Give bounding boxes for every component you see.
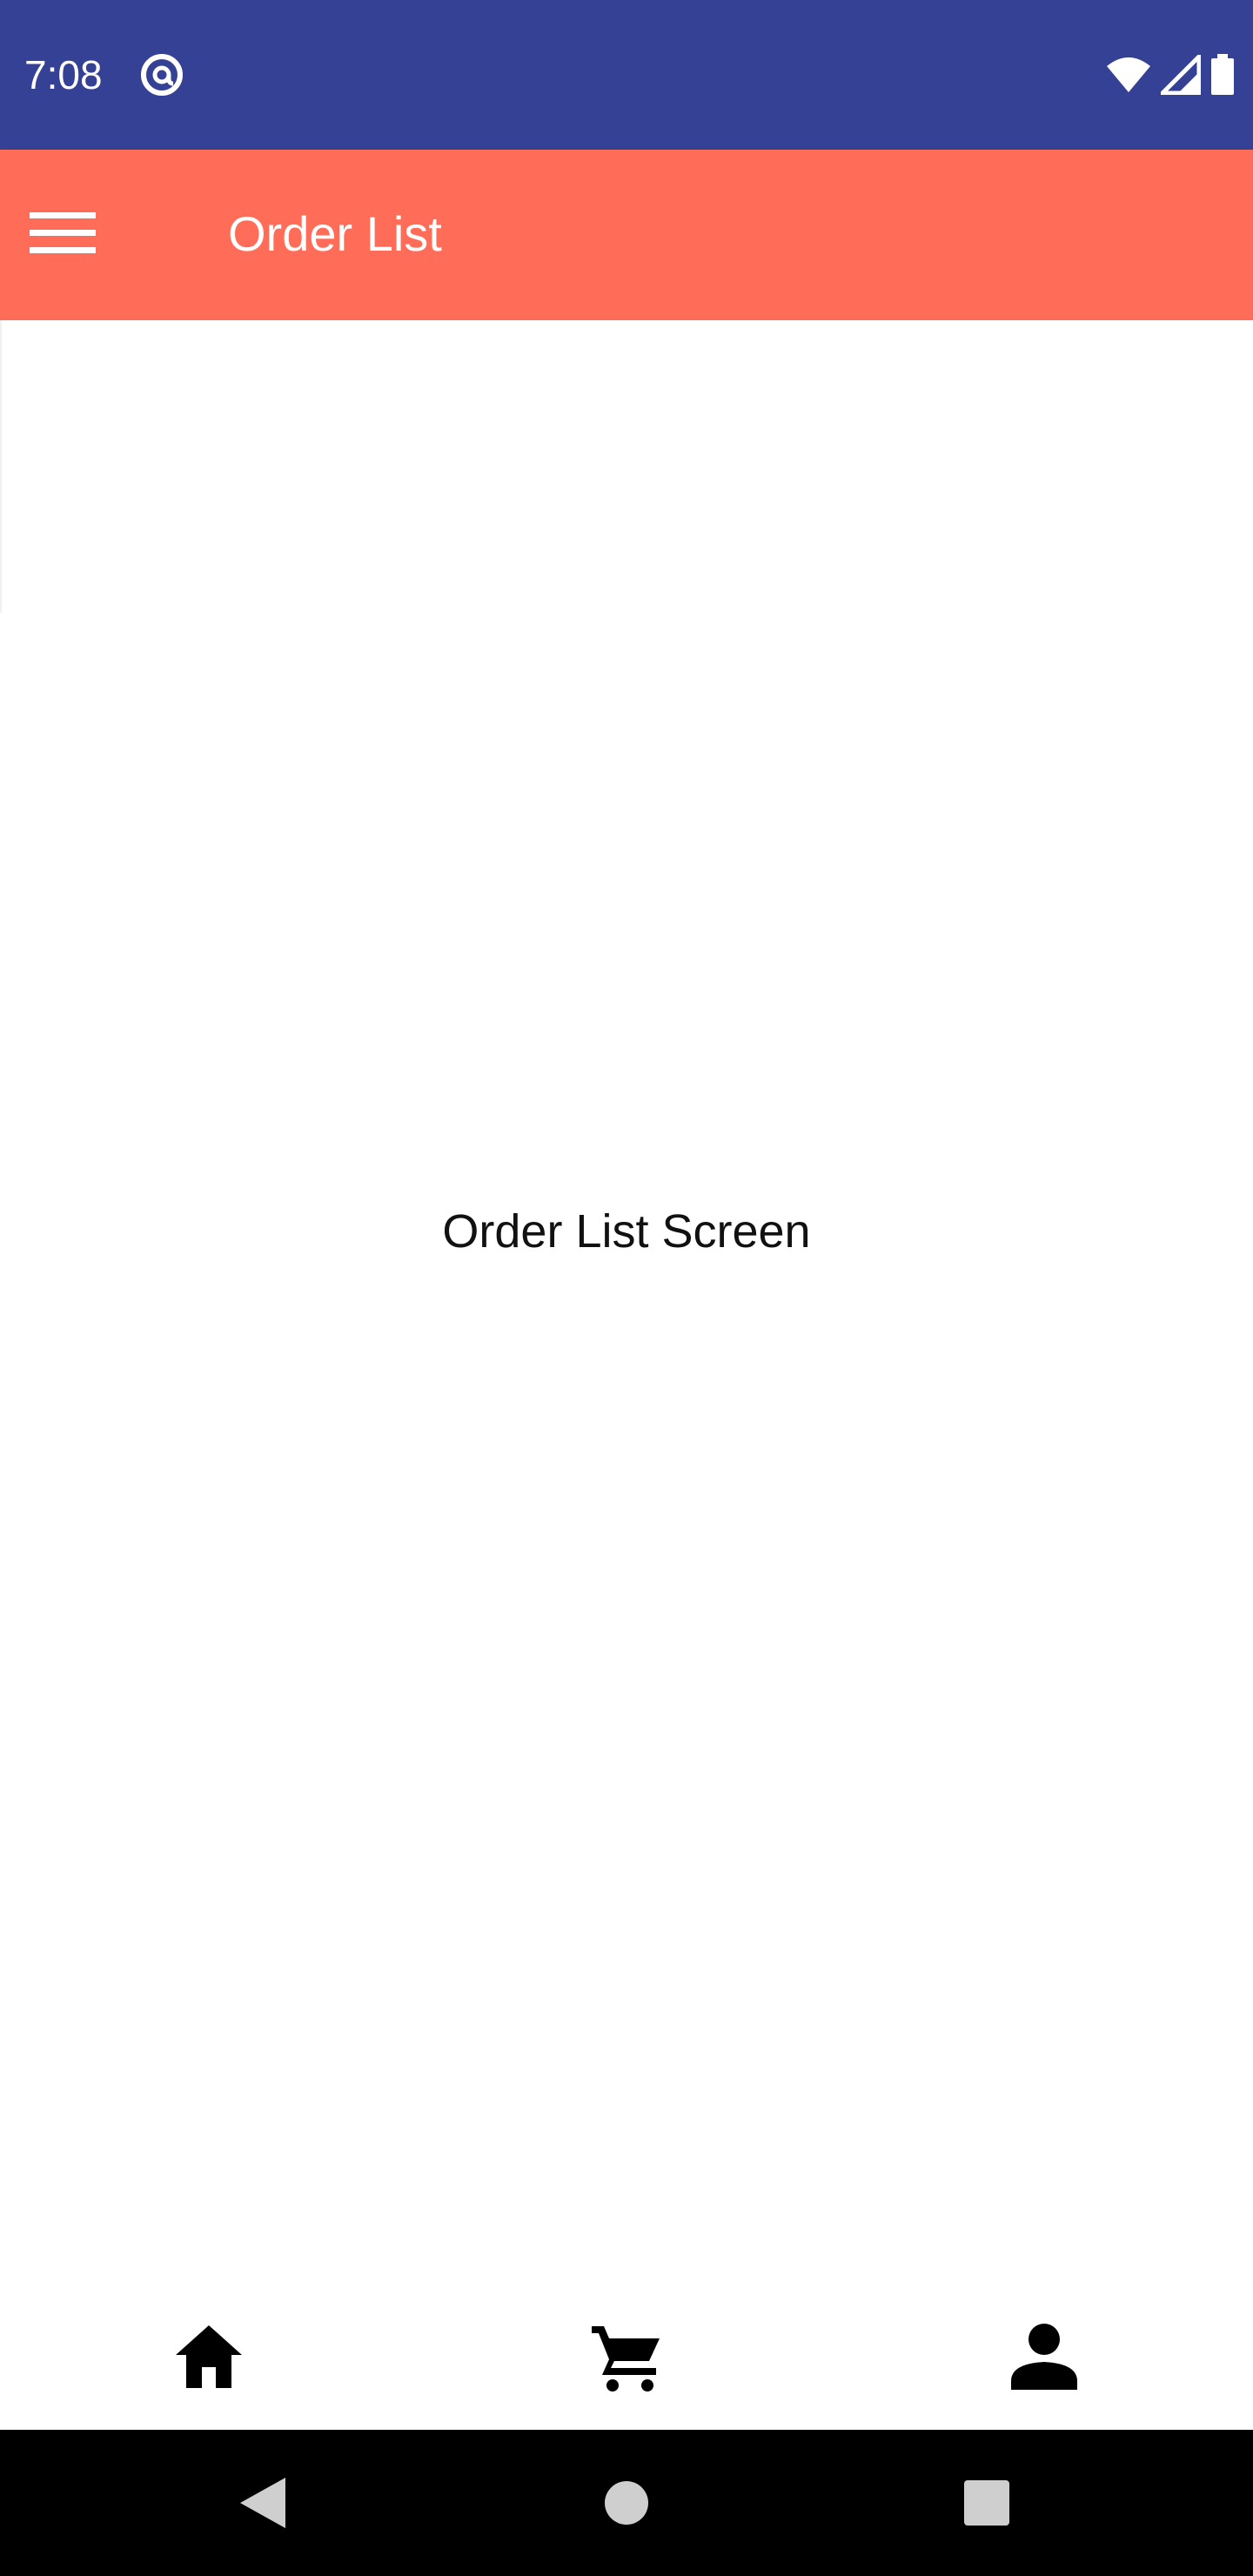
hamburger-menu-icon[interactable] [21, 191, 104, 275]
status-bar: 7:08 [0, 0, 1253, 150]
home-circle-icon[interactable] [592, 2468, 661, 2538]
shopping-cart-icon[interactable] [574, 2313, 679, 2400]
screen-label: Order List Screen [442, 1205, 811, 1258]
home-icon[interactable] [157, 2313, 261, 2400]
status-time: 7:08 [24, 52, 103, 97]
page-title: Order List [228, 206, 442, 261]
bottom-navigation [0, 2287, 1253, 2430]
content-edge-divider [0, 320, 2, 613]
person-icon[interactable] [992, 2313, 1096, 2400]
app-screen: 7:08 Order List Order List Screen [0, 0, 1253, 2576]
at-sign-notification-icon [139, 52, 184, 97]
wifi-icon [1107, 57, 1150, 92]
recents-square-icon[interactable] [952, 2468, 1022, 2538]
app-bar: Order List [0, 150, 1253, 320]
main-content: Order List Screen [0, 320, 1253, 2287]
back-triangle-icon[interactable] [228, 2468, 298, 2538]
system-navigation-bar [0, 2430, 1253, 2576]
battery-icon [1211, 54, 1234, 95]
status-icons [1105, 54, 1236, 96]
cellular-signal-icon [1161, 55, 1201, 95]
